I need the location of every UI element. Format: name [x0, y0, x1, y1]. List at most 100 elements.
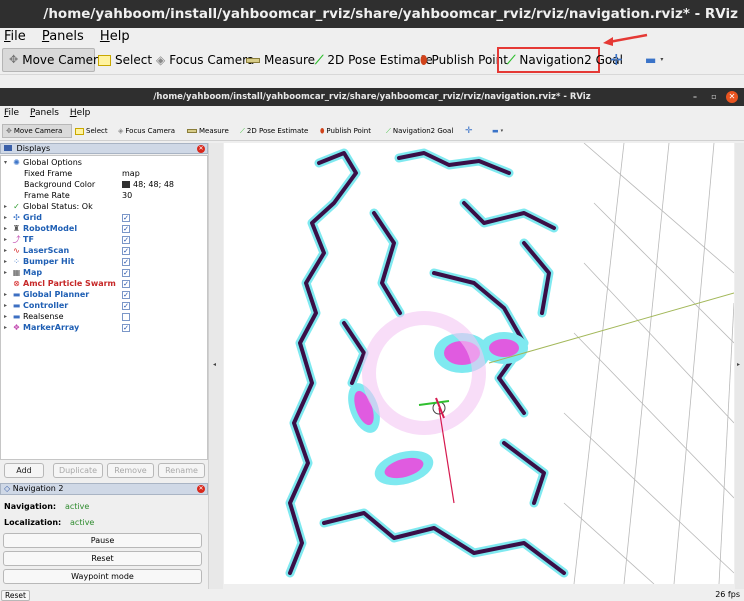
move-camera-button[interactable]: ✥ Move Camera [2, 48, 105, 72]
tree-row-background-color[interactable]: Background Color 48; 48; 48 [1, 179, 207, 190]
panel-close-icon[interactable]: ✕ [197, 145, 205, 153]
tree-row-controller[interactable]: ▸ ▬ Controller ✓ [1, 300, 207, 311]
inner-remove-tool-minus-icon[interactable]: ▬ ▾ [492, 124, 503, 138]
inner-navigation2-goal-button[interactable]: ⟋ Navigation2 Goal [386, 124, 453, 138]
expand-arrow-icon[interactable]: ▸ [4, 311, 7, 322]
inner-publish-point-button[interactable]: ⬮ Publish Point [320, 124, 371, 138]
background-color-value[interactable]: 48; 48; 48 [133, 180, 174, 189]
minimize-icon[interactable]: – [689, 91, 701, 103]
expand-arrow-icon[interactable]: ▸ [4, 223, 7, 234]
fixed-frame-value[interactable]: map [122, 168, 140, 179]
tree-row-tf[interactable]: ▸ ⤴ TF ✓ [1, 234, 207, 245]
publish-point-button[interactable]: ⬮ Publish Point [420, 48, 508, 72]
tree-row-fixed-frame[interactable]: Fixed Frame map [1, 168, 207, 179]
remove-button[interactable]: Remove [107, 463, 154, 478]
map-label: Map [23, 268, 43, 277]
inner-menu-bar: File Panels Help [0, 106, 744, 120]
folder-icon: ▬ [12, 312, 21, 321]
amcl-particle-swarm-checkbox[interactable]: ✓ [122, 279, 130, 288]
tree-row-global-status[interactable]: ▸ ✓ Global Status: Ok [1, 201, 207, 212]
map-checkbox[interactable]: ✓ [122, 268, 130, 277]
3d-viewport[interactable] [224, 143, 734, 584]
collapse-right-icon[interactable]: ▸ [737, 361, 740, 368]
add-tool-plus-icon[interactable]: ✛ [610, 48, 623, 72]
pose-estimate-button[interactable]: ⟋ 2D Pose Estimate [315, 48, 433, 72]
inner-focus-camera-label: Focus Camera [125, 127, 176, 135]
robotmodel-checkbox[interactable]: ✓ [122, 224, 130, 233]
frame-rate-value[interactable]: 30 [122, 190, 132, 201]
tree-row-global-planner[interactable]: ▸ ▬ Global Planner ✓ [1, 289, 207, 300]
robot-marker [418, 397, 450, 419]
status-reset-button[interactable]: Reset [1, 590, 30, 601]
add-display-button[interactable]: Add [4, 463, 44, 478]
expand-arrow-icon[interactable]: ▸ [4, 300, 7, 311]
tree-row-map[interactable]: ▸ ▦ Map ✓ [1, 267, 207, 278]
right-splitter[interactable]: ▸ [735, 143, 744, 589]
inner-menu-help[interactable]: Help [70, 108, 91, 118]
inflation-blobs [348, 311, 528, 486]
tree-row-frame-rate[interactable]: Frame Rate 30 [1, 190, 207, 201]
waypoint-mode-button[interactable]: Waypoint mode [3, 569, 202, 584]
select-button[interactable]: Select [98, 48, 152, 72]
laserscan-checkbox[interactable]: ✓ [122, 246, 130, 255]
realsense-checkbox[interactable] [122, 312, 130, 321]
expand-arrow-icon[interactable]: ▸ [4, 212, 7, 223]
expand-arrow-icon[interactable]: ▸ [4, 267, 7, 278]
tree-row-bumper-hit[interactable]: ▸ ⁘ Bumper Hit ✓ [1, 256, 207, 267]
displays-title: Displays [16, 144, 51, 153]
inner-select-button[interactable]: Select [75, 124, 108, 138]
tf-checkbox[interactable]: ✓ [122, 235, 130, 244]
color-swatch[interactable] [122, 181, 130, 188]
global-planner-checkbox[interactable]: ✓ [122, 290, 130, 299]
pause-button[interactable]: Pause [3, 533, 202, 548]
collapse-left-icon[interactable]: ◂ [213, 361, 216, 368]
reset-button[interactable]: Reset [3, 551, 202, 566]
map-pin-icon: ⬮ [320, 127, 325, 135]
rename-button[interactable]: Rename [158, 463, 205, 478]
inner-move-camera-button[interactable]: ✥ Move Camera [2, 124, 72, 138]
expand-arrow-icon[interactable]: ▸ [4, 234, 7, 245]
robot-icon: ♜ [12, 224, 21, 233]
markerarray-label: MarkerArray [23, 323, 80, 332]
inner-menu-panels[interactable]: Panels [30, 108, 59, 118]
inner-pose-estimate-button[interactable]: ⟋ 2D Pose Estimate [240, 124, 308, 138]
expand-arrow-icon[interactable]: ▸ [4, 322, 7, 333]
inner-toolbar: ✥ Move Camera Select ◈ Focus Camera Meas… [0, 121, 744, 141]
tree-row-markerarray[interactable]: ▸ ❖ MarkerArray ✓ [1, 322, 207, 333]
move-camera-icon: ✥ [9, 53, 19, 66]
expand-arrow-icon[interactable]: ▸ [4, 245, 7, 256]
close-icon[interactable]: ✕ [726, 91, 738, 103]
focus-camera-icon: ◈ [156, 53, 166, 67]
menu-help[interactable]: Help [100, 29, 130, 44]
expand-arrow-icon[interactable]: ▸ [4, 201, 7, 212]
localization-status-value: active [70, 518, 95, 527]
tree-row-amcl-particle-swarm[interactable]: ⊗ Amcl Particle Swarm ✓ [1, 278, 207, 289]
maximize-icon[interactable]: ▫ [708, 91, 720, 103]
markerarray-checkbox[interactable]: ✓ [122, 323, 130, 332]
robotmodel-label: RobotModel [23, 224, 78, 233]
bumper-hit-checkbox[interactable]: ✓ [122, 257, 130, 266]
tree-row-robotmodel[interactable]: ▸ ♜ RobotModel ✓ [1, 223, 207, 234]
left-splitter[interactable]: ◂ [208, 143, 223, 589]
tree-row-realsense[interactable]: ▸ ▬ Realsense [1, 311, 207, 322]
tree-row-global-options[interactable]: ▾ ✺ Global Options [1, 157, 207, 168]
panel-close-icon[interactable]: ✕ [197, 485, 205, 493]
remove-tool-minus-icon[interactable]: ▬ ▾ [645, 48, 663, 72]
tree-row-laserscan[interactable]: ▸ ∿ LaserScan ✓ [1, 245, 207, 256]
inner-focus-camera-button[interactable]: ◈ Focus Camera [118, 124, 175, 138]
inner-measure-button[interactable]: Measure [187, 124, 229, 138]
expand-arrow-icon[interactable]: ▾ [4, 157, 7, 168]
measure-button[interactable]: Measure [246, 48, 315, 72]
controller-checkbox[interactable]: ✓ [122, 301, 130, 310]
tree-row-grid[interactable]: ▸ ✣ Grid ✓ [1, 212, 207, 223]
grid-checkbox[interactable]: ✓ [122, 213, 130, 222]
inner-add-tool-plus-icon[interactable]: ✛ [465, 124, 473, 138]
navigation2-goal-button[interactable]: ⟋ Navigation2 Goal [497, 47, 623, 73]
menu-panels[interactable]: Panels [42, 29, 84, 44]
inner-menu-file[interactable]: File [4, 108, 19, 118]
expand-arrow-icon[interactable]: ▸ [4, 256, 7, 267]
menu-file[interactable]: File [4, 29, 26, 44]
expand-arrow-icon[interactable]: ▸ [4, 289, 7, 300]
duplicate-button[interactable]: Duplicate [53, 463, 103, 478]
focus-camera-button[interactable]: ◈ Focus Camera [156, 48, 254, 72]
